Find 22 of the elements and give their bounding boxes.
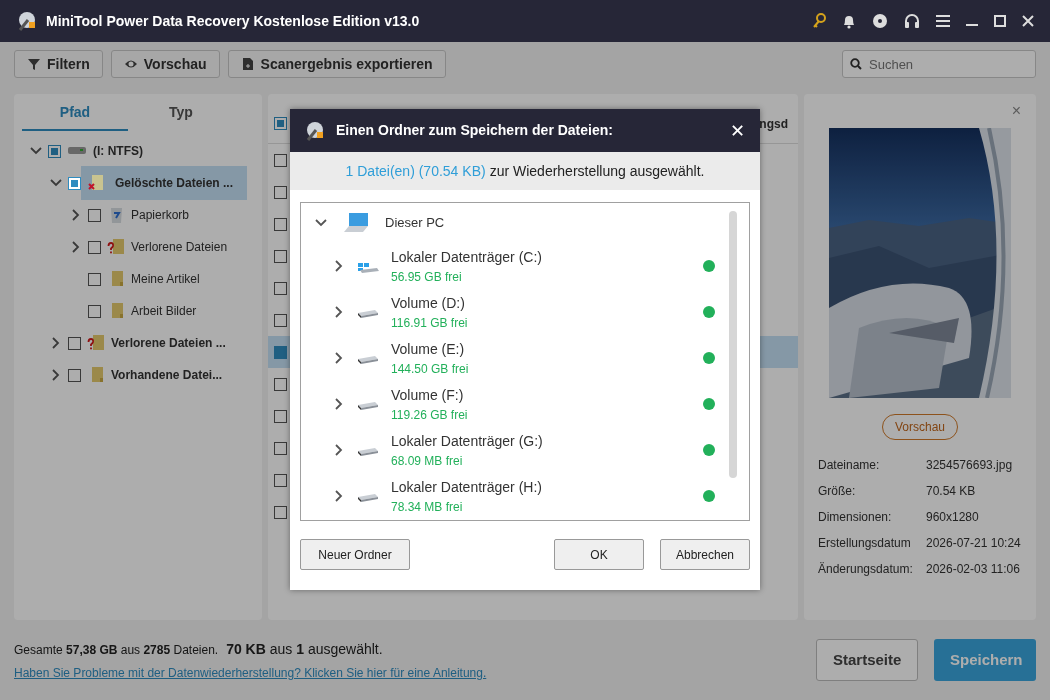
free-space: 144.50 GB frei [391,360,469,378]
detail-label: Erstellungsdatum [818,535,912,552]
detail-value: 2026-07-21 10:24 [926,535,1022,552]
dialog-title: Einen Ordner zum Speichern der Dateien: [336,121,613,140]
detail-value: 960x1280 [926,509,980,526]
detail-value: 70.54 KB [926,483,977,500]
window-title: MiniTool Power Data Recovery Kostenlose Edition v13.0 [46,11,420,31]
selected-count: 1 Datei(en) (70.54 KB) [345,161,486,181]
detail-label: Größe: [818,483,857,500]
free-space: 78.34 MB frei [391,498,464,516]
detail-value: 2026-02-03 11:06 [926,561,1021,578]
total-summary: Gesamte 57,38 GB aus 2785 Dateien. [14,641,219,659]
detail-label: Änderungsdatum: [818,561,914,578]
free-space: 116.91 GB frei [391,314,468,332]
detail-label: Dimensionen: [818,509,893,526]
detail-label: Dateiname: [818,457,881,474]
selection-message: zur Wiederherstellung ausgewählt. [489,161,705,181]
free-space: 68.09 MB frei [391,452,464,470]
selection-summary: 70 KB aus 1 ausgewählt. [226,639,383,659]
detail-value: 3254576693.jpg [926,457,1014,474]
free-space: 119.26 GB frei [391,406,468,424]
free-space: 56.95 GB frei [391,268,463,286]
